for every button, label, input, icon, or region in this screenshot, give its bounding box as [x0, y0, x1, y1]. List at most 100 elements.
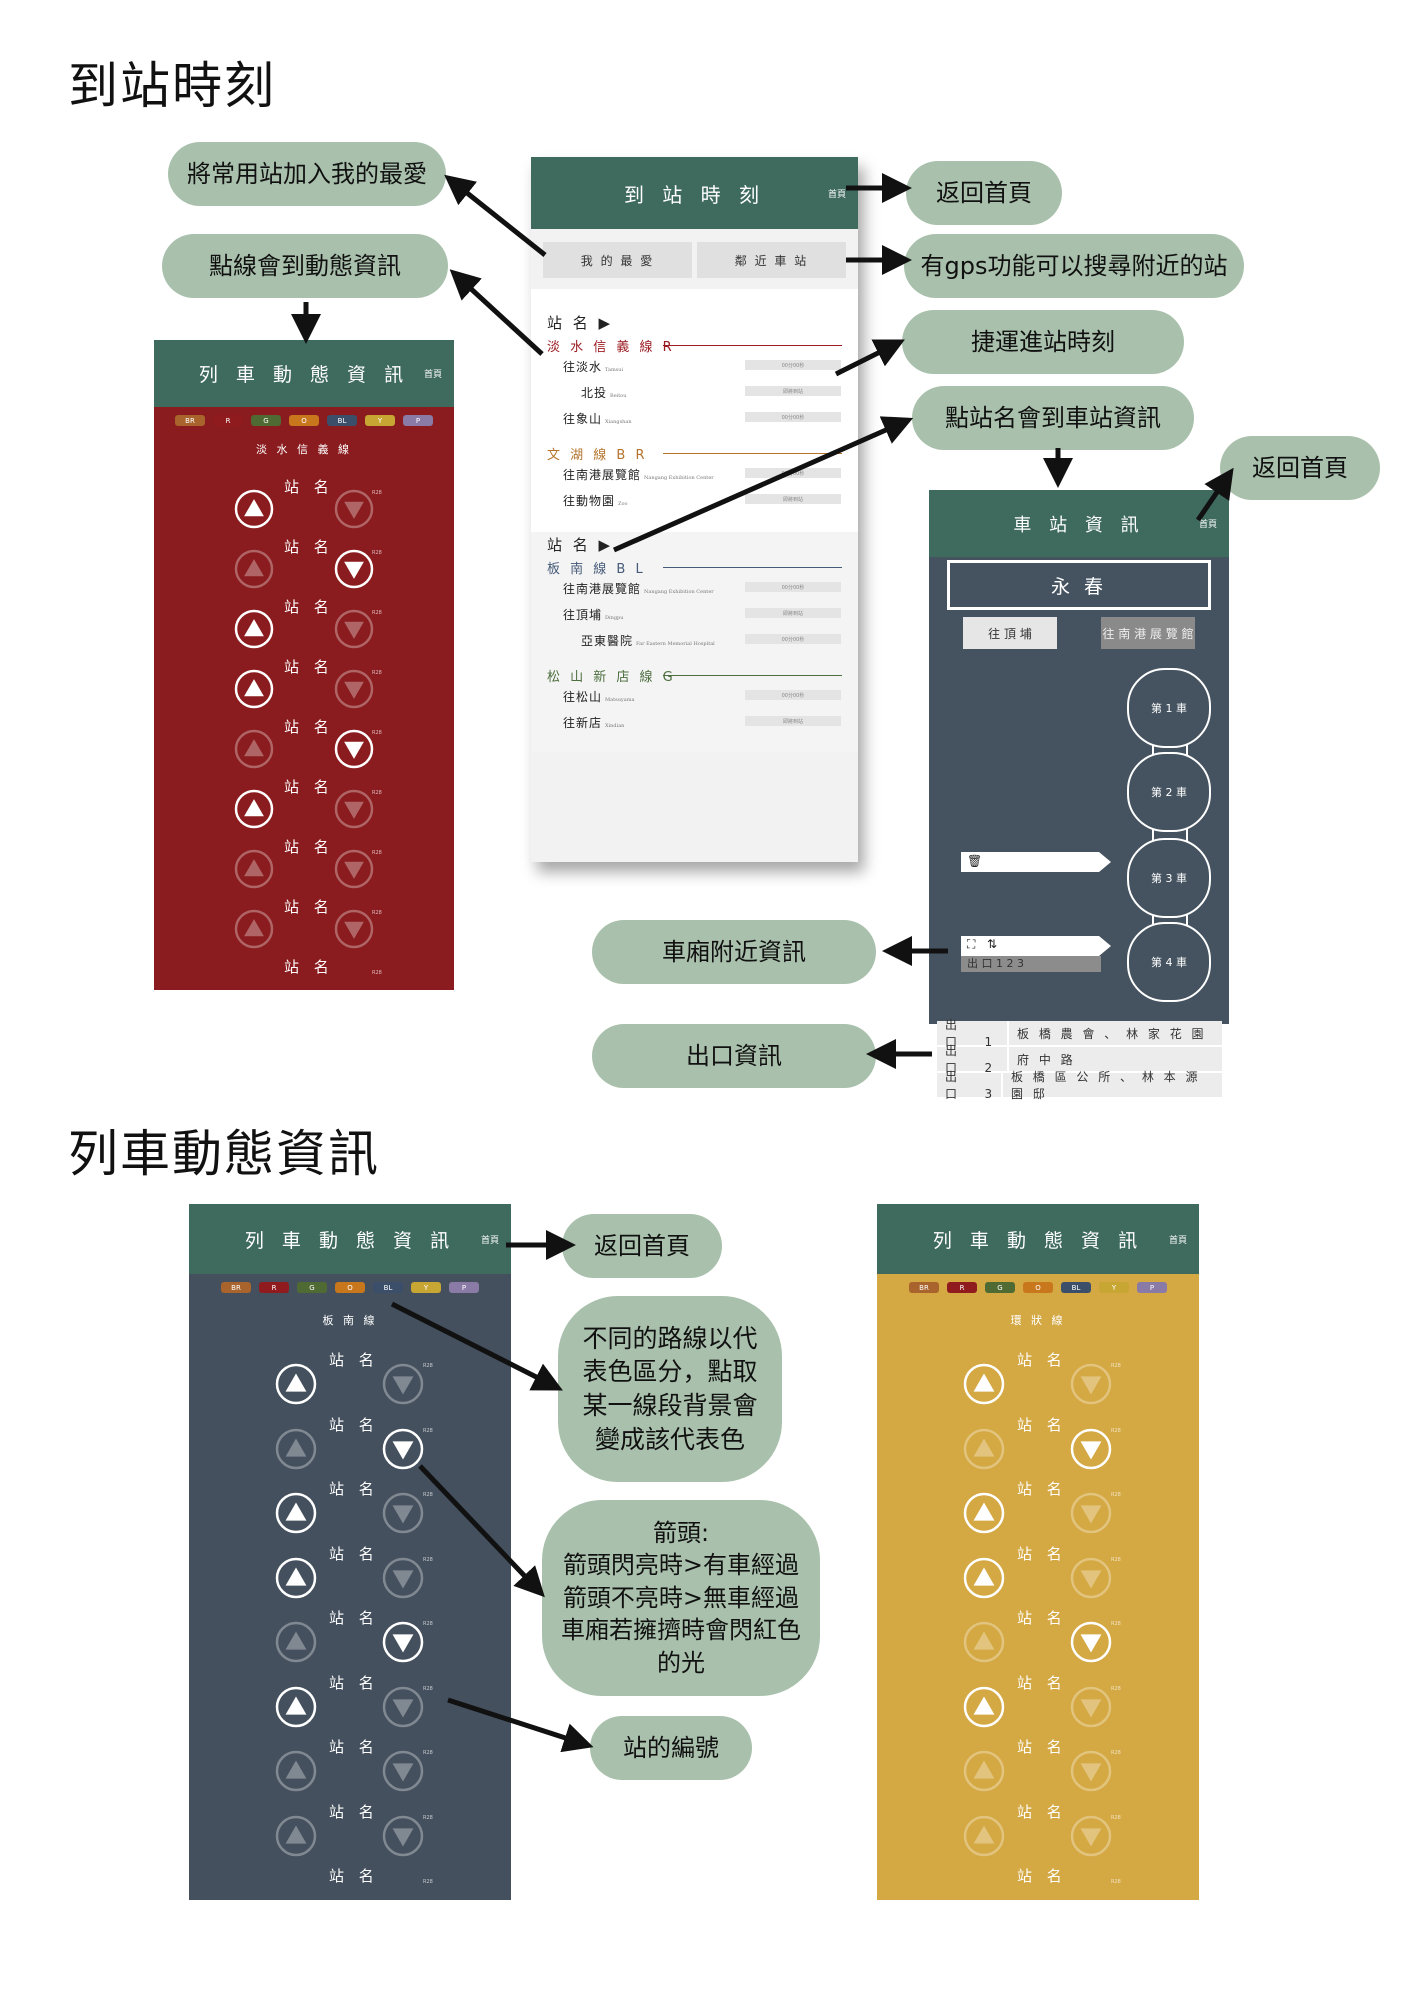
station-code: R28: [1111, 1621, 1121, 1627]
car-3[interactable]: 第 3 車: [1127, 838, 1211, 918]
bubble-gps: 有gps功能可以搜尋附近的站: [904, 234, 1244, 298]
station-name[interactable]: 站 名: [1017, 1801, 1067, 1822]
train-phone-red: 列 車 動 態 資 訊 首頁 BR R G O BL Y P 淡 水 信 義 線站 名 R28 站 …: [154, 340, 454, 990]
up-arrow-icon: [234, 669, 274, 709]
down-arrow-icon: [334, 609, 374, 649]
station-name[interactable]: 站 名: [329, 1543, 379, 1564]
dir-left-button[interactable]: 往 頂 埔: [963, 617, 1057, 649]
line-link[interactable]: 文 湖 線 B R: [547, 444, 647, 463]
direction-en: Dingpu: [605, 615, 624, 621]
line-chip-br[interactable]: BR: [175, 415, 205, 426]
station-code: R28: [1111, 1492, 1121, 1498]
direction-label: 往頂埔 Dingpu: [563, 606, 623, 623]
home-button[interactable]: 首頁: [828, 187, 846, 200]
train-home-button[interactable]: 首頁: [481, 1233, 499, 1246]
direction-text: 往頂埔: [563, 608, 603, 622]
line-chip-y[interactable]: Y: [411, 1282, 441, 1293]
line-chip-o[interactable]: O: [289, 415, 319, 426]
station-name[interactable]: 站 名: [284, 476, 334, 497]
station-name[interactable]: 站 名: [329, 1736, 379, 1757]
train-home-button[interactable]: 首頁: [424, 367, 442, 380]
car4-info-bar: ⛶ ⇅: [961, 936, 1111, 956]
line-link[interactable]: 松 山 新 店 線 G: [547, 666, 676, 685]
direction-text: 往松山: [563, 690, 603, 704]
down-arrow-icon: [1070, 1493, 1112, 1534]
station-name[interactable]: 站 名: [1017, 1736, 1067, 1757]
tab-favorites[interactable]: 我 的 最 愛: [543, 242, 692, 278]
line-link[interactable]: 淡 水 信 義 線 R: [547, 336, 675, 355]
station-name[interactable]: 站 名: [329, 1672, 379, 1693]
direction-en: Far Eastern Memorial Hospital: [636, 641, 715, 647]
train-title: 列 車 動 態 資 訊: [244, 1229, 456, 1252]
line-rule: [663, 345, 842, 346]
train-home-button[interactable]: 首頁: [1169, 1233, 1187, 1246]
station-name-link[interactable]: 站 名 ▶: [547, 312, 613, 333]
arrival-section-title: 到站時刻: [68, 57, 276, 115]
arrival-time: 00分00秒: [745, 468, 841, 478]
line-chip-p[interactable]: P: [449, 1282, 479, 1293]
station-name-link[interactable]: 站 名 ▶: [547, 534, 613, 555]
station-name[interactable]: 站 名: [284, 716, 334, 737]
line-link[interactable]: 板 南 線 B L: [547, 558, 646, 577]
line-chip-p[interactable]: P: [1137, 1282, 1167, 1293]
station-name[interactable]: 站 名: [1017, 1607, 1067, 1628]
line-chip-br[interactable]: BR: [221, 1282, 251, 1293]
line-chip-r[interactable]: R: [213, 415, 243, 426]
car-4[interactable]: 第 4 車: [1127, 922, 1211, 1002]
line-chip-g[interactable]: G: [985, 1282, 1015, 1293]
bubble-arrows: 箭頭: 箭頭閃亮時>有車經過 箭頭不亮時>無車經過 車廂若擁擠時會閃紅色的光: [542, 1500, 820, 1696]
up-arrow-icon: [234, 849, 274, 889]
station-name[interactable]: 站 名: [1017, 1414, 1067, 1435]
station-name[interactable]: 站 名: [284, 776, 334, 797]
trash-icon: 🗑: [967, 854, 983, 868]
car4-exit-line: 出 口 1 2 3: [961, 956, 1101, 972]
direction-en: Nangang Exhibition Center: [644, 589, 714, 595]
up-arrow-icon: [234, 549, 274, 589]
line-chip-y[interactable]: Y: [1099, 1282, 1129, 1293]
up-arrow-icon: [234, 789, 274, 829]
station-name[interactable]: 站 名: [329, 1414, 379, 1435]
line-chip-p[interactable]: P: [403, 415, 433, 426]
line-chip-o[interactable]: O: [1023, 1282, 1053, 1293]
station-name[interactable]: 站 名: [329, 1478, 379, 1499]
station-name[interactable]: 站 名: [329, 1607, 379, 1628]
line-chip-bl[interactable]: BL: [327, 415, 357, 426]
station-name[interactable]: 站 名: [284, 896, 334, 917]
line-chip-g[interactable]: G: [297, 1282, 327, 1293]
up-arrow-icon: [963, 1364, 1005, 1405]
station-name[interactable]: 站 名: [329, 1801, 379, 1822]
station-name[interactable]: 站 名: [284, 836, 334, 857]
dir-right-button[interactable]: 往 南 港 展 覽 館: [1101, 617, 1195, 649]
station-name[interactable]: 站 名: [1017, 1672, 1067, 1693]
station-name[interactable]: 站 名: [284, 956, 334, 977]
line-chip-g[interactable]: G: [251, 415, 281, 426]
direction-en: Beitou: [610, 393, 627, 399]
line-chip-o[interactable]: O: [335, 1282, 365, 1293]
line-chip-r[interactable]: R: [947, 1282, 977, 1293]
exit-label: 出 口 3: [937, 1068, 1001, 1102]
car-2[interactable]: 第 2 車: [1127, 752, 1211, 832]
direction-label: 往南港展覽館 Nangang Exhibition Center: [563, 466, 714, 483]
station-name[interactable]: 站 名: [284, 536, 334, 557]
station-name[interactable]: 站 名: [1017, 1865, 1067, 1886]
down-arrow-icon: [1070, 1751, 1112, 1792]
line-chip-bl[interactable]: BL: [373, 1282, 403, 1293]
direction-en: Xiangshan: [605, 419, 632, 425]
direction-label: 往淡水 Tamsui: [563, 358, 623, 375]
station-name[interactable]: 站 名: [329, 1349, 379, 1370]
line-chip-r[interactable]: R: [259, 1282, 289, 1293]
station-name[interactable]: 站 名: [1017, 1349, 1067, 1370]
station-name[interactable]: 站 名: [1017, 1543, 1067, 1564]
station-name[interactable]: 站 名: [284, 656, 334, 677]
line-chip-y[interactable]: Y: [365, 415, 395, 426]
bubble-exit-info: 出口資訊: [592, 1024, 876, 1088]
station-home-button[interactable]: 首頁: [1199, 517, 1217, 530]
tab-nearby[interactable]: 鄰 近 車 站: [697, 242, 846, 278]
station-name[interactable]: 站 名: [284, 596, 334, 617]
down-arrow-icon: [1070, 1428, 1112, 1470]
car-1[interactable]: 第 1 車: [1127, 668, 1211, 748]
line-chip-br[interactable]: BR: [909, 1282, 939, 1293]
line-chip-bl[interactable]: BL: [1061, 1282, 1091, 1293]
station-name[interactable]: 站 名: [329, 1865, 379, 1886]
station-name[interactable]: 站 名: [1017, 1478, 1067, 1499]
